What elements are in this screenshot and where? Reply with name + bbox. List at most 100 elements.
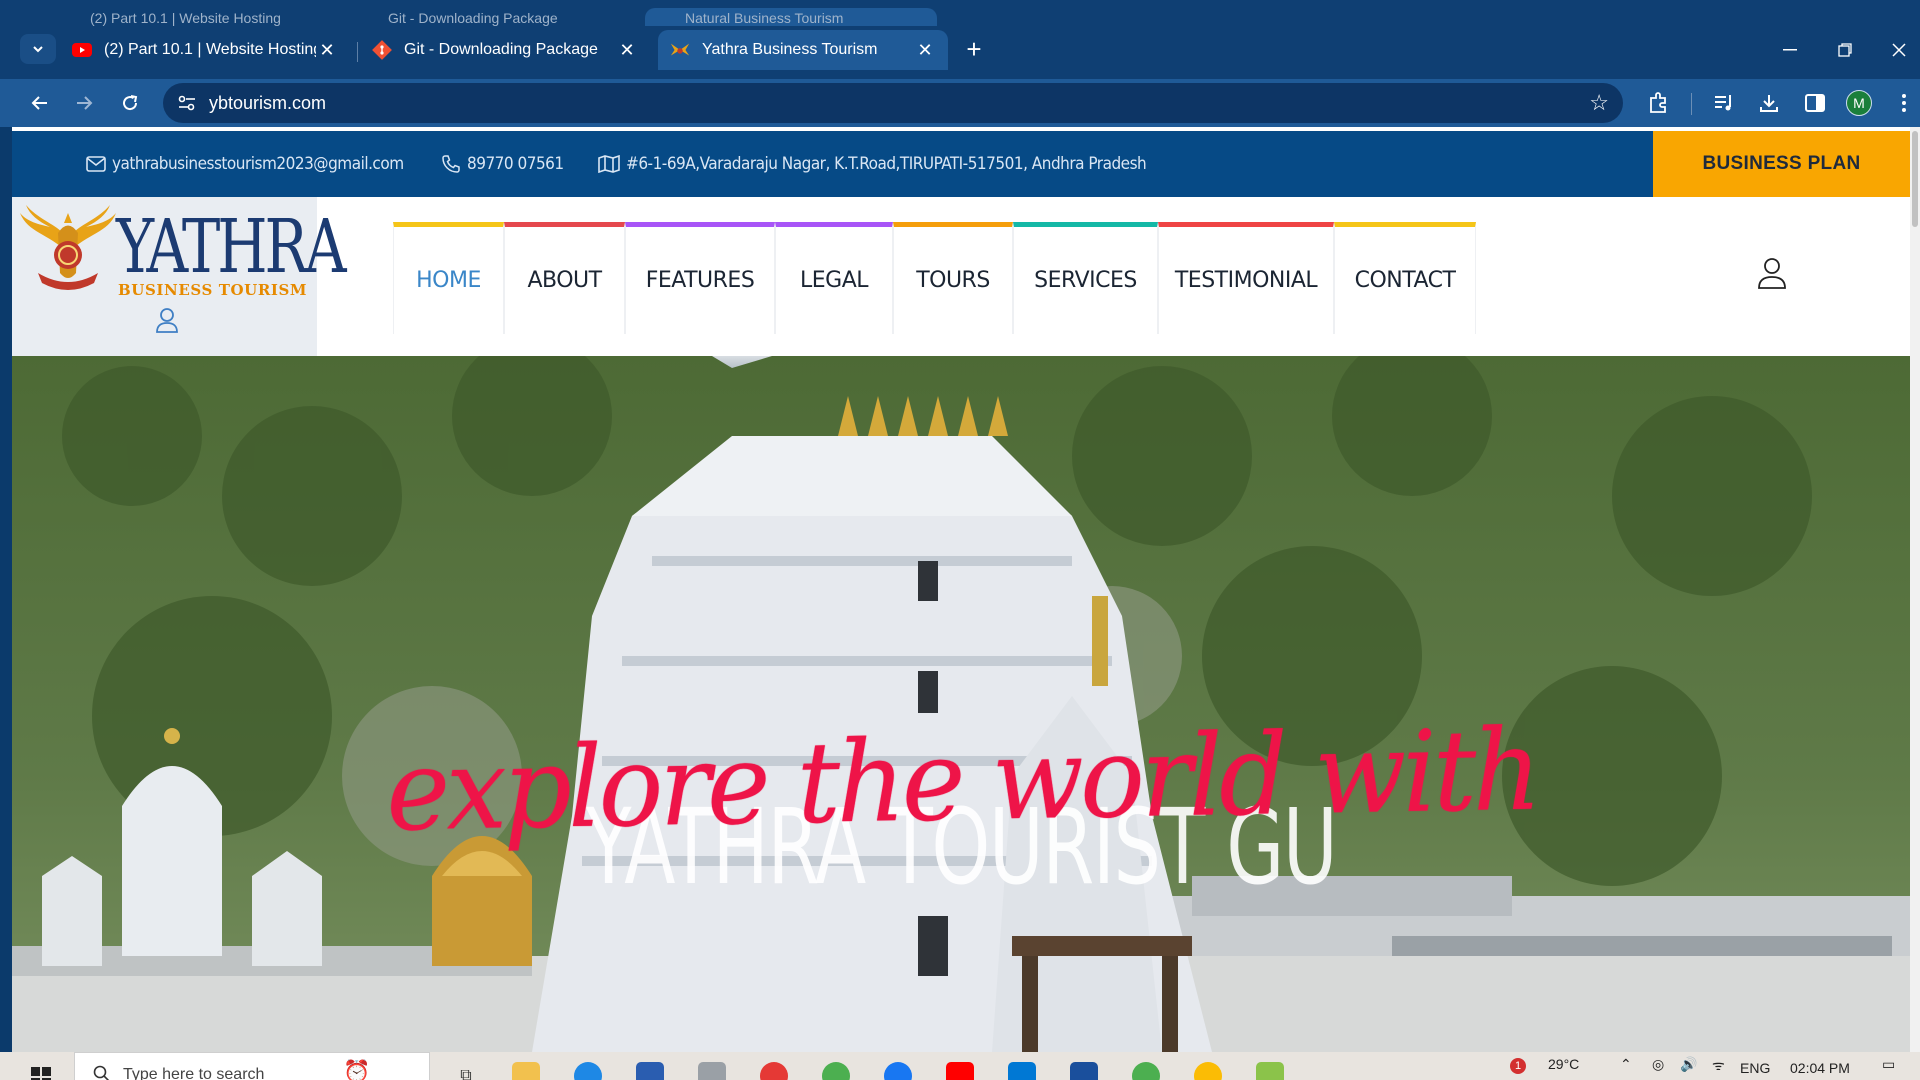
nav-tours[interactable]: TOURS xyxy=(893,222,1013,334)
nav-features[interactable]: FEATURES xyxy=(625,222,775,334)
yathra-eagle-icon xyxy=(670,40,690,60)
nav-services[interactable]: SERVICES xyxy=(1013,222,1158,334)
taskbar-search[interactable]: Type here to search ⏰ xyxy=(74,1052,430,1080)
ghost-tab-2: Git - Downloading Package xyxy=(388,10,558,26)
site-header: YATHRA BUSINESS TOURISM HOME ABOUT FEATU… xyxy=(12,197,1910,356)
bookmark-star-icon[interactable]: ☆ xyxy=(1589,91,1609,115)
app-icon-grey[interactable] xyxy=(698,1062,726,1080)
youtube-icon xyxy=(72,40,92,60)
chevron-down-icon xyxy=(33,46,43,53)
ghost-tab-1: (2) Part 10.1 | Website Hosting xyxy=(90,10,281,26)
kebab-menu-icon[interactable] xyxy=(1890,89,1918,117)
nav-testimonial[interactable]: TESTIMONIAL xyxy=(1158,222,1334,334)
site-logo[interactable]: YATHRA BUSINESS TOURISM xyxy=(12,197,347,356)
hero-banner: YATHRA TOURIST GU explore the world with xyxy=(12,356,1910,1052)
logo-subtitle: BUSINESS TOURISM xyxy=(118,281,308,299)
tab-yathra[interactable]: Yathra Business Tourism ✕ xyxy=(658,30,948,70)
store-icon[interactable] xyxy=(1008,1062,1036,1080)
git-icon xyxy=(372,40,392,60)
eagle-emblem-icon xyxy=(20,205,116,290)
tray-chevron-up-icon[interactable]: ⌃ xyxy=(1620,1056,1632,1073)
windows-taskbar: Type here to search ⏰ ⧉ 1 29°C ⌃ ◎ 🔊 ᯤ E… xyxy=(0,1052,1920,1080)
chrome-alt-icon[interactable] xyxy=(1194,1062,1222,1080)
search-highlight-icon: ⏰ xyxy=(343,1059,371,1080)
phone-text: 89770 07561 xyxy=(467,154,564,174)
tab-bar: (2) Part 10.1 | Website Hosting | ✕ Git … xyxy=(0,26,1920,70)
profile-avatar[interactable]: M xyxy=(1846,90,1872,116)
notification-icon[interactable]: ▭ xyxy=(1882,1056,1895,1073)
download-icon[interactable] xyxy=(1755,89,1783,117)
contact-topbar: yathrabusinesstourism2023@gmail.com 8977… xyxy=(12,131,1910,197)
search-icon xyxy=(93,1065,110,1080)
nav-legal[interactable]: LEGAL xyxy=(775,222,893,334)
main-nav: HOME ABOUT FEATURES LEGAL TOURS SERVICES… xyxy=(393,222,1476,334)
network-icon[interactable]: ◎ xyxy=(1652,1056,1664,1073)
extensions-icon[interactable] xyxy=(1644,89,1672,117)
wifi-icon[interactable]: ᯤ xyxy=(1712,1056,1725,1075)
tab-title: Yathra Business Tourism xyxy=(702,41,878,58)
media-control-icon[interactable] xyxy=(1710,89,1738,117)
youtube-app-icon[interactable] xyxy=(946,1062,974,1080)
nav-home[interactable]: HOME xyxy=(393,222,504,334)
nav-about[interactable]: ABOUT xyxy=(504,222,625,334)
weather-badge: 1 xyxy=(1510,1058,1526,1074)
page-scrollbar[interactable] xyxy=(1910,127,1920,1052)
search-placeholder: Type here to search xyxy=(123,1066,265,1080)
weather-text[interactable]: 29°C xyxy=(1548,1056,1579,1072)
back-icon[interactable] xyxy=(24,87,56,119)
forward-icon[interactable] xyxy=(68,87,100,119)
volume-icon[interactable]: 🔊 xyxy=(1680,1056,1697,1073)
opera-icon[interactable] xyxy=(760,1062,788,1080)
web-page: yathrabusinesstourism2023@gmail.com 8977… xyxy=(12,127,1910,1052)
tab-separator xyxy=(357,42,358,62)
close-tab-icon[interactable]: ✕ xyxy=(316,40,338,61)
ghost-tab-strip: (2) Part 10.1 | Website Hosting Git - Do… xyxy=(0,0,1920,26)
site-info-icon[interactable] xyxy=(175,91,199,115)
tab-title: (2) Part 10.1 | Website Hosting | xyxy=(104,41,316,58)
task-view-icon[interactable]: ⧉ xyxy=(452,1062,480,1080)
browser-chrome: (2) Part 10.1 | Website Hosting Git - Do… xyxy=(0,0,1920,127)
address-text: #6-1-69A,Varadaraju Nagar, K.T.Road,TIRU… xyxy=(626,154,1147,174)
ghost-tab-3: Natural Business Tourism xyxy=(685,10,844,26)
tab-youtube[interactable]: (2) Part 10.1 | Website Hosting | ✕ xyxy=(60,30,350,70)
phone-icon xyxy=(442,155,460,173)
paint-icon[interactable] xyxy=(1256,1062,1284,1080)
windows-start-icon[interactable] xyxy=(30,1066,52,1080)
reload-icon[interactable] xyxy=(114,87,146,119)
account-icon[interactable] xyxy=(1757,257,1787,289)
address-contact: #6-1-69A,Varadaraju Nagar, K.T.Road,TIRU… xyxy=(598,131,1147,197)
edge-icon[interactable] xyxy=(574,1062,602,1080)
scrollbar-thumb[interactable] xyxy=(1912,131,1918,227)
map-icon xyxy=(598,155,620,173)
chrome-profile-icon[interactable] xyxy=(1132,1062,1160,1080)
close-window-icon[interactable] xyxy=(1874,36,1920,64)
file-explorer-icon[interactable] xyxy=(512,1062,540,1080)
app-icon-dark-blue[interactable] xyxy=(1070,1062,1098,1080)
tab-search-button[interactable] xyxy=(20,34,56,64)
new-tab-button[interactable]: + xyxy=(960,36,988,64)
toolbar-separator xyxy=(1691,93,1692,115)
user-icon[interactable] xyxy=(155,307,179,333)
language-indicator[interactable]: ENG xyxy=(1740,1060,1770,1076)
side-panel-icon[interactable] xyxy=(1801,89,1829,117)
chrome-icon[interactable] xyxy=(822,1062,850,1080)
minimize-icon[interactable] xyxy=(1765,36,1815,64)
address-bar[interactable]: ybtourism.com ☆ xyxy=(163,83,1623,123)
envelope-icon xyxy=(86,156,106,172)
facebook-icon[interactable] xyxy=(884,1062,912,1080)
business-plan-button[interactable]: BUSINESS PLAN xyxy=(1653,131,1910,197)
restore-icon[interactable] xyxy=(1820,36,1870,64)
tab-git[interactable]: Git - Downloading Package ✕ xyxy=(360,30,650,70)
close-tab-icon[interactable]: ✕ xyxy=(616,40,638,61)
clock[interactable]: 02:04 PM xyxy=(1790,1060,1850,1076)
email-contact[interactable]: yathrabusinesstourism2023@gmail.com xyxy=(86,131,404,197)
url-text[interactable]: ybtourism.com xyxy=(209,93,326,114)
phone-contact[interactable]: 89770 07561 xyxy=(441,131,564,197)
app-icon-blue[interactable] xyxy=(636,1062,664,1080)
close-tab-icon[interactable]: ✕ xyxy=(914,40,936,61)
nav-contact[interactable]: CONTACT xyxy=(1334,222,1476,334)
logo-title: YATHRA xyxy=(116,204,347,290)
browser-toolbar: ybtourism.com ☆ M xyxy=(0,79,1920,127)
email-text: yathrabusinesstourism2023@gmail.com xyxy=(112,154,404,174)
tab-title: Git - Downloading Package xyxy=(404,41,598,58)
